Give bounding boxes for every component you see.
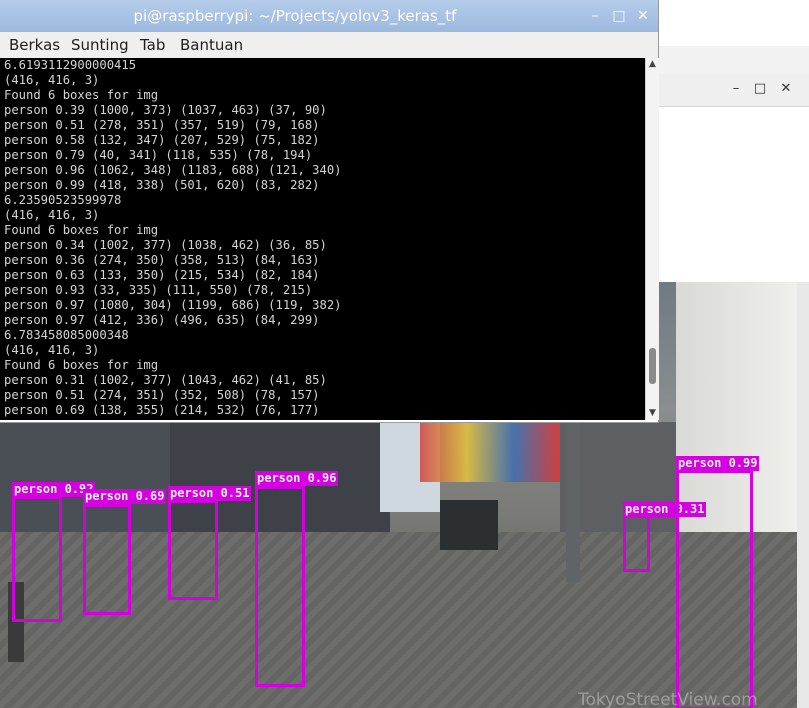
terminal-line: person 0.51 (278, 351) (357, 519) (79, 1… bbox=[4, 118, 320, 132]
terminal-line: person 0.97 (412, 336) (496, 635) (84, 2… bbox=[4, 313, 320, 327]
terminal-line: person 0.31 (1002, 377) (1043, 462) (41,… bbox=[4, 373, 327, 387]
terminal-line: person 0.93 (33, 335) (111, 550) (78, 21… bbox=[4, 283, 313, 297]
detection-box bbox=[83, 504, 131, 615]
terminal-line: person 0.39 (1000, 373) (1037, 463) (37,… bbox=[4, 103, 327, 117]
maximize-icon[interactable]: □ bbox=[610, 7, 628, 25]
terminal-line: person 0.63 (133, 350) (215, 534) (82, 1… bbox=[4, 268, 320, 282]
detection-box bbox=[12, 496, 62, 622]
terminal-window[interactable]: pi@raspberrypi: ~/Projects/yolov3_keras_… bbox=[0, 0, 659, 422]
terminal-line: 6.6193112900000415 bbox=[4, 58, 137, 72]
terminal-line: person 0.36 (274, 350) (358, 513) (84, 1… bbox=[4, 253, 320, 267]
menubar: Berkas Sunting Tab Bantuan bbox=[0, 32, 658, 59]
close-icon[interactable]: ✕ bbox=[777, 80, 795, 98]
terminal-line: person 0.34 (1002, 377) (1038, 462) (36,… bbox=[4, 238, 327, 252]
terminal-line: (416, 416, 3) bbox=[4, 343, 100, 357]
terminal-line: person 0.51 (274, 351) (352, 508) (78, 1… bbox=[4, 388, 320, 402]
background-app-address-bar bbox=[658, 46, 809, 75]
close-icon[interactable]: ✕ bbox=[634, 7, 652, 25]
detection-box bbox=[255, 486, 305, 687]
terminal-line: person 0.58 (132, 347) (207, 529) (75, 1… bbox=[4, 133, 320, 147]
detection-box bbox=[676, 470, 753, 708]
terminal-line: person 0.79 (40, 341) (118, 535) (78, 19… bbox=[4, 148, 313, 162]
terminal-line: Found 6 boxes for img bbox=[4, 223, 159, 237]
terminal-line: (416, 416, 3) bbox=[4, 208, 100, 222]
maximize-icon[interactable]: □ bbox=[751, 80, 769, 98]
menu-bantuan[interactable]: Bantuan bbox=[180, 32, 243, 58]
street-pole bbox=[566, 422, 580, 582]
video-player-window: – □ ✕ bbox=[658, 74, 809, 282]
minimize-icon[interactable]: – bbox=[727, 80, 745, 98]
terminal-line: Found 6 boxes for img bbox=[4, 88, 159, 102]
shop-signs bbox=[420, 422, 560, 482]
menu-sunting[interactable]: Sunting bbox=[71, 32, 129, 58]
detection-label: person 0.51 bbox=[168, 486, 252, 501]
detection-label: person 0.69 bbox=[83, 489, 167, 504]
window-title: pi@raspberrypi: ~/Projects/yolov3_keras_… bbox=[133, 7, 457, 25]
menu-berkas[interactable]: Berkas bbox=[9, 32, 60, 58]
scroll-down-arrow-icon[interactable]: ▼ bbox=[646, 407, 659, 420]
terminal-line: person 0.97 (1080, 304) (1199, 686) (119… bbox=[4, 298, 342, 312]
terminal-text: 6.6193112900000415 (416, 416, 3) Found 6 b… bbox=[0, 58, 645, 418]
minimize-icon[interactable]: – bbox=[586, 7, 604, 25]
terminal-line: (416, 416, 3) bbox=[4, 73, 100, 87]
terminal-line: 6.23590523599978 bbox=[4, 193, 122, 207]
vehicle bbox=[440, 500, 498, 550]
detection-label: person 0.99 bbox=[676, 456, 760, 471]
terminal-titlebar[interactable]: pi@raspberrypi: ~/Projects/yolov3_keras_… bbox=[0, 0, 658, 32]
vertical-scrollbar[interactable]: ▲ ▼ bbox=[645, 58, 659, 420]
scroll-up-arrow-icon[interactable]: ▲ bbox=[646, 58, 659, 71]
menu-tab[interactable]: Tab bbox=[140, 32, 165, 58]
terminal-line: 6.783458085000348 bbox=[4, 328, 129, 342]
detection-label: person 0.96 bbox=[255, 471, 339, 486]
detection-box bbox=[623, 515, 650, 572]
detection-box bbox=[168, 500, 218, 600]
terminal-line: person 0.69 (138, 355) (214, 532) (76, 1… bbox=[4, 403, 320, 417]
video-player-titlebar: – □ ✕ bbox=[659, 74, 809, 107]
background-app-toolbar bbox=[658, 0, 809, 47]
watermark: TokyoStreetView.com bbox=[578, 690, 758, 708]
terminal-line: Found 6 boxes for img bbox=[4, 358, 159, 372]
terminal-line: person 0.99 (418, 338) (501, 620) (83, 2… bbox=[4, 178, 320, 192]
terminal-output[interactable]: 6.6193112900000415 (416, 416, 3) Found 6 b… bbox=[0, 58, 645, 420]
scroll-thumb[interactable] bbox=[649, 348, 656, 384]
terminal-line: person 0.96 (1062, 348) (1183, 688) (121… bbox=[4, 163, 342, 177]
